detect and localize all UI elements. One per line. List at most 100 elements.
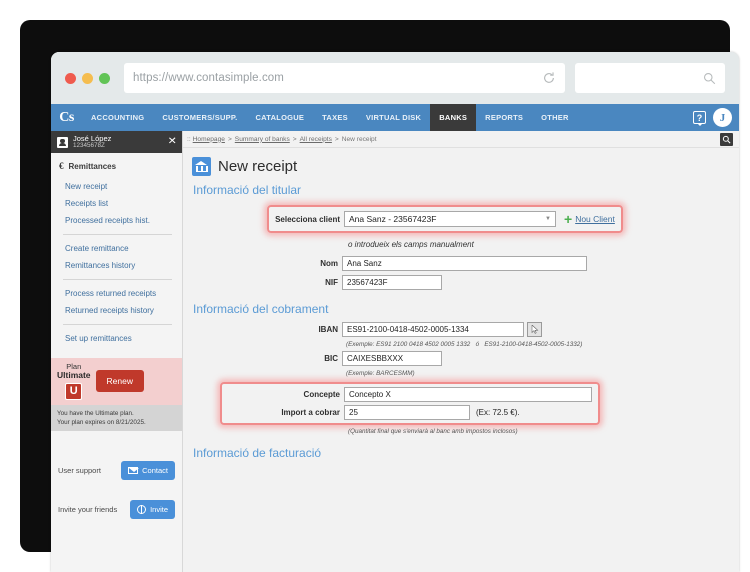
device-frame: https://www.contasimple.com Cs ACCOUNTIN… <box>20 20 739 572</box>
sidebar-item-processed-receipts-hist[interactable]: Processed receipts hist. <box>51 212 182 229</box>
user-nif: 12345678Z <box>73 141 105 149</box>
cursor-icon <box>531 325 538 334</box>
user-info: José López 12345678Z <box>73 134 111 149</box>
concepte-label: Concepte <box>303 390 340 399</box>
breadcrumb: :: Homepage > Summary of banks > All rec… <box>183 131 739 148</box>
plus-icon: + <box>564 211 573 227</box>
nav-right-group: ? J <box>693 104 739 131</box>
renew-button[interactable]: Renew <box>95 370 145 393</box>
plan-note-line2: Your plan expires on 8/21/2025. <box>57 418 146 426</box>
amount-highlight: Concepte Concepto X Import a cobrar 25 (… <box>220 382 600 425</box>
browser-chrome: https://www.contasimple.com <box>51 52 739 104</box>
iban-hint-example-a[interactable]: ES91 2100 0418 4502 0005 1332 <box>376 341 470 348</box>
sidebar-item-remittances-history[interactable]: Remittances history <box>51 257 182 274</box>
logo[interactable]: Cs <box>51 104 82 131</box>
search-icon <box>704 72 716 84</box>
app-body: José López 12345678Z ✕ € Remittances New… <box>51 131 739 572</box>
application: Cs ACCOUNTING CUSTOMERS/SUPP. CATALOGUE … <box>51 104 739 572</box>
plan-box: Plan Ultimate U Renew <box>51 358 182 405</box>
breadcrumb-separator: > <box>334 135 339 143</box>
invite-button-label: Invite <box>150 504 168 514</box>
invite-button[interactable]: Invite <box>130 499 175 519</box>
bic-row: BIC CAIXESBBXXX <box>192 351 729 366</box>
concepte-input[interactable]: Concepto X <box>344 387 592 402</box>
bic-label: BIC <box>324 354 338 363</box>
import-row: Import a cobrar 25 (Ex: 72.5 €). <box>222 405 592 420</box>
bank-icon <box>192 157 211 176</box>
contact-button[interactable]: Contact <box>121 460 175 480</box>
import-input[interactable]: 25 <box>344 405 470 420</box>
main-content: :: Homepage > Summary of banks > All rec… <box>183 131 739 572</box>
nav-item-other[interactable]: OTHER <box>532 104 578 131</box>
contact-button-label: Contact <box>142 465 168 475</box>
section-heading-titular: Informació del titular <box>193 183 302 197</box>
nav-item-catalogue[interactable]: CATALOGUE <box>247 104 314 131</box>
sidebar-item-new-receipt[interactable]: New receipt <box>51 178 182 195</box>
address-bar[interactable]: https://www.contasimple.com <box>124 63 565 93</box>
nav-item-reports[interactable]: REPORTS <box>476 104 532 131</box>
globe-icon <box>137 504 147 514</box>
sidebar-item-create-remittance[interactable]: Create remittance <box>51 240 182 257</box>
sidebar-item-receipts-list[interactable]: Receipts list <box>51 195 182 212</box>
breadcrumb-item-homepage[interactable]: Homepage <box>193 136 225 143</box>
bic-input[interactable]: CAIXESBBXXX <box>342 351 442 366</box>
sidebar-section-label: Remittances <box>68 161 117 171</box>
iban-hint-or: ó <box>475 341 480 348</box>
manual-entry-note: o introdueix els camps manualment <box>348 240 474 249</box>
sidebar-item-set-up-remittances[interactable]: Set up remittances <box>51 330 182 347</box>
browser-window: https://www.contasimple.com Cs ACCOUNTIN… <box>51 52 739 572</box>
sidebar-section-title: € Remittances <box>51 153 182 178</box>
help-icon[interactable]: ? <box>693 111 706 126</box>
nav-item-taxes[interactable]: TAXES <box>313 104 357 131</box>
new-client-label: Nou Client <box>575 214 615 224</box>
page-search-button[interactable] <box>720 132 733 146</box>
user-icon <box>57 136 68 148</box>
nif-row: NIF 23567423F <box>192 275 729 290</box>
plan-info: Plan Ultimate U <box>57 362 91 400</box>
sidebar-divider <box>63 279 172 280</box>
address-bar-value: https://www.contasimple.com <box>133 72 284 84</box>
envelope-icon <box>128 466 140 474</box>
minimize-window-dot[interactable] <box>82 72 93 84</box>
user-strip: José López 12345678Z ✕ <box>51 131 182 153</box>
bic-hint: (Exemple: BARCESMM) <box>346 370 415 377</box>
form-content: New receipt Informació del titular Selec… <box>183 148 739 460</box>
invite-friends-label: Invite your friends <box>58 504 118 514</box>
sidebar: José López 12345678Z ✕ € Remittances New… <box>51 131 183 572</box>
sidebar-divider <box>63 234 172 235</box>
sidebar-divider <box>63 324 172 325</box>
user-support-row: User support Contact <box>51 451 182 490</box>
select-client-row: Selecciona client Ana Sanz - 23567423F ▼… <box>269 211 615 227</box>
nom-label: Nom <box>320 259 338 268</box>
breadcrumb-item-new-receipt: New receipt <box>341 135 377 143</box>
iban-hint-example-b[interactable]: ES91-2100-0418-4502-0005-1332) <box>484 341 582 348</box>
import-example-note: (Ex: 72.5 €). <box>476 408 520 417</box>
sidebar-item-returned-receipts-history[interactable]: Returned receipts history <box>51 302 182 319</box>
nom-input[interactable]: Ana Sanz <box>342 256 587 271</box>
nav-item-banks[interactable]: BANKS <box>430 104 477 131</box>
nav-item-virtual-disk[interactable]: VIRTUAL DISK <box>357 104 430 131</box>
iban-row: IBAN ES91-2100-0418-4502-0005-1334 <box>192 322 729 337</box>
section-heading-cobrament: Informació del cobrament <box>193 302 329 316</box>
invite-friends-row: Invite your friends Invite <box>51 490 182 529</box>
breadcrumb-item-summary-of-banks[interactable]: Summary of banks <box>235 136 290 143</box>
avatar[interactable]: J <box>713 108 732 127</box>
nav-item-accounting[interactable]: ACCOUNTING <box>82 104 153 131</box>
nav-item-customers-supp[interactable]: CUSTOMERS/SUPP. <box>153 104 246 131</box>
breadcrumb-separator: > <box>227 135 232 143</box>
maximize-window-dot[interactable] <box>99 72 110 84</box>
close-window-dot[interactable] <box>65 72 76 84</box>
collapse-sidebar-icon[interactable]: ✕ <box>167 137 176 147</box>
browser-search-box[interactable] <box>575 63 725 93</box>
iban-picker-button[interactable] <box>527 322 542 337</box>
plan-note: You have the Ultimate plan. Your plan ex… <box>51 404 182 431</box>
page-title: New receipt <box>192 157 729 176</box>
nif-input[interactable]: 23567423F <box>342 275 442 290</box>
iban-label: IBAN <box>318 325 338 334</box>
breadcrumb-item-all-receipts[interactable]: All receipts <box>300 136 332 143</box>
client-select[interactable]: Ana Sanz - 23567423F ▼ <box>344 211 556 227</box>
sidebar-item-process-returned-receipts[interactable]: Process returned receipts <box>51 285 182 302</box>
new-client-link[interactable]: + Nou Client <box>564 212 615 226</box>
iban-input[interactable]: ES91-2100-0418-4502-0005-1334 <box>342 322 524 337</box>
reload-icon[interactable] <box>542 71 556 85</box>
